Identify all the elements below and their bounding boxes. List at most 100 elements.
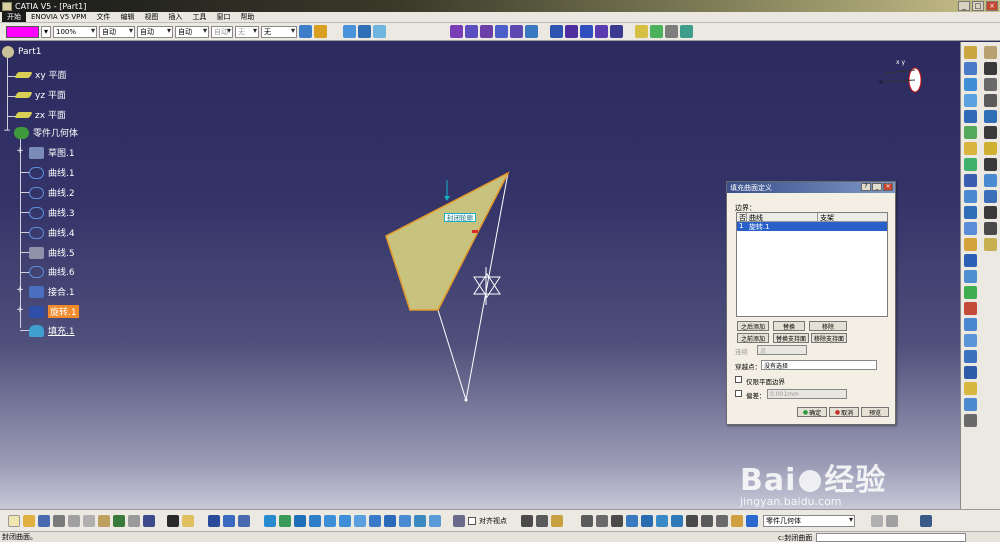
measure-between-icon[interactable] bbox=[596, 514, 608, 527]
plane-icon[interactable] bbox=[964, 94, 978, 107]
split-icon[interactable] bbox=[610, 25, 623, 38]
hide-show-icon[interactable] bbox=[414, 514, 426, 527]
extremum-icon[interactable] bbox=[964, 350, 978, 363]
projection-icon[interactable] bbox=[964, 110, 978, 123]
tree-node-curve-6[interactable]: 曲线.6 bbox=[29, 265, 75, 278]
tree-node-sketch-1[interactable]: 草图.1 bbox=[29, 146, 75, 159]
menu-window[interactable]: 窗口 bbox=[211, 12, 235, 22]
rectangle-icon[interactable] bbox=[983, 142, 997, 155]
sphere-icon[interactable] bbox=[480, 25, 493, 38]
spline-icon[interactable] bbox=[964, 174, 978, 187]
extrude-icon[interactable] bbox=[450, 25, 463, 38]
layer-select-a[interactable]: 自动 bbox=[211, 25, 233, 38]
instantiate-icon[interactable] bbox=[238, 514, 250, 527]
constraint-toggle-icon[interactable] bbox=[536, 514, 548, 527]
profile-icon[interactable] bbox=[983, 110, 997, 123]
measure-icon[interactable] bbox=[964, 382, 978, 395]
passing-point-field[interactable]: 没有选择 bbox=[761, 360, 877, 370]
zoom-out-icon[interactable] bbox=[339, 514, 351, 527]
cancel-button[interactable]: ● 取消 bbox=[829, 407, 859, 417]
add-after-button[interactable]: 之后添加 bbox=[737, 321, 769, 331]
axis-system-icon[interactable] bbox=[964, 302, 978, 315]
tree-node-zx-plane[interactable]: zx 平面 bbox=[14, 108, 66, 121]
close-button[interactable]: × bbox=[986, 1, 998, 11]
extract-icon[interactable] bbox=[665, 25, 678, 38]
dialog-minimize-button[interactable]: _ bbox=[872, 183, 882, 191]
mapping-icon[interactable] bbox=[686, 514, 698, 527]
menu-insert[interactable]: 插入 bbox=[163, 12, 187, 22]
multi-view-icon[interactable] bbox=[369, 514, 381, 527]
formula-icon[interactable] bbox=[167, 514, 179, 527]
whats-this-icon[interactable] bbox=[143, 514, 155, 527]
compass-icon[interactable] bbox=[879, 67, 922, 93]
define-work-object-icon[interactable] bbox=[746, 514, 758, 527]
save-icon[interactable] bbox=[38, 514, 50, 527]
sweep-icon[interactable] bbox=[525, 25, 538, 38]
align-viewpoint-checkbox[interactable] bbox=[468, 516, 476, 525]
tree-node-part1[interactable]: Part1 bbox=[2, 46, 42, 58]
draft-analysis-icon[interactable] bbox=[641, 514, 653, 527]
menu-tools[interactable]: 工具 bbox=[187, 12, 211, 22]
iso-view-icon[interactable] bbox=[384, 514, 396, 527]
circle-2d-icon[interactable] bbox=[983, 158, 997, 171]
paste-icon[interactable] bbox=[98, 514, 110, 527]
minimize-button[interactable]: _ bbox=[958, 1, 970, 11]
grid-icon[interactable] bbox=[964, 366, 978, 379]
deviation-checkbox[interactable] bbox=[735, 390, 742, 397]
connect-checker-icon[interactable] bbox=[626, 514, 638, 527]
helix-icon[interactable] bbox=[964, 190, 978, 203]
scene-icon[interactable] bbox=[716, 514, 728, 527]
comment-icon[interactable] bbox=[182, 514, 194, 527]
sketcher-icon[interactable] bbox=[983, 94, 997, 107]
color-dropdown-arrow[interactable]: ▾ bbox=[41, 25, 51, 38]
menu-edit[interactable]: 编辑 bbox=[115, 12, 139, 22]
porcupine-icon[interactable] bbox=[671, 514, 683, 527]
body-select[interactable]: 零件几何体 bbox=[763, 514, 855, 527]
connect-curve-icon[interactable] bbox=[964, 222, 978, 235]
menu-view[interactable]: 视图 bbox=[139, 12, 163, 22]
deviation-field[interactable]: 0.001mm bbox=[767, 389, 847, 399]
rotate-icon[interactable] bbox=[309, 514, 321, 527]
plane-icon[interactable] bbox=[373, 25, 386, 38]
grid-snap-icon[interactable] bbox=[521, 514, 533, 527]
tree-node-part-body[interactable]: 零件几何体 bbox=[14, 126, 78, 139]
offset-icon[interactable] bbox=[510, 25, 523, 38]
zoom-in-icon[interactable] bbox=[324, 514, 336, 527]
corner-icon[interactable] bbox=[964, 206, 978, 219]
spline-2d-icon[interactable] bbox=[983, 190, 997, 203]
lock-icon[interactable] bbox=[551, 514, 563, 527]
tree-node-fill-1[interactable]: 填充.1 bbox=[29, 324, 75, 337]
fly-mode-icon[interactable] bbox=[264, 514, 276, 527]
tree-node-yz-plane[interactable]: yz 平面 bbox=[14, 88, 66, 101]
tree-node-xy-plane[interactable]: xy 平面 bbox=[14, 68, 67, 81]
ok-button[interactable]: ● 确定 bbox=[797, 407, 827, 417]
remove-button[interactable]: 移除 bbox=[809, 321, 847, 331]
sketch-icon[interactable] bbox=[343, 25, 356, 38]
sketch-analysis-icon[interactable] bbox=[581, 514, 593, 527]
swap-space-icon[interactable] bbox=[429, 514, 441, 527]
point-icon[interactable] bbox=[964, 62, 978, 75]
heal-icon[interactable] bbox=[650, 25, 663, 38]
fit-all-icon[interactable] bbox=[279, 514, 291, 527]
workbench-icon[interactable] bbox=[964, 46, 978, 59]
line-2d-icon[interactable] bbox=[983, 126, 997, 139]
menu-file[interactable]: 文件 bbox=[91, 12, 115, 22]
curvature-icon[interactable] bbox=[656, 514, 668, 527]
catalog-icon[interactable] bbox=[208, 514, 220, 527]
replace-button[interactable]: 替换 bbox=[773, 321, 805, 331]
expand-toggle[interactable]: + bbox=[16, 147, 24, 156]
shading-icon[interactable] bbox=[399, 514, 411, 527]
painter-icon[interactable] bbox=[299, 25, 312, 38]
align-icon[interactable] bbox=[453, 514, 465, 527]
positioned-sketch-icon[interactable] bbox=[358, 25, 371, 38]
redo-icon[interactable] bbox=[128, 514, 140, 527]
point-style-select[interactable]: 自动 bbox=[175, 25, 209, 38]
replace-support-button[interactable]: 替换支持面 bbox=[773, 333, 809, 343]
view-toolbar-icon[interactable] bbox=[871, 514, 883, 527]
linetype-select[interactable]: 自动 bbox=[99, 25, 135, 38]
remove-support-button[interactable]: 移除支持面 bbox=[811, 333, 847, 343]
join-icon[interactable] bbox=[635, 25, 648, 38]
arc-icon[interactable] bbox=[983, 174, 997, 187]
tree-node-curve-3[interactable]: 曲线.3 bbox=[29, 206, 75, 219]
open-folder-icon[interactable] bbox=[23, 514, 35, 527]
